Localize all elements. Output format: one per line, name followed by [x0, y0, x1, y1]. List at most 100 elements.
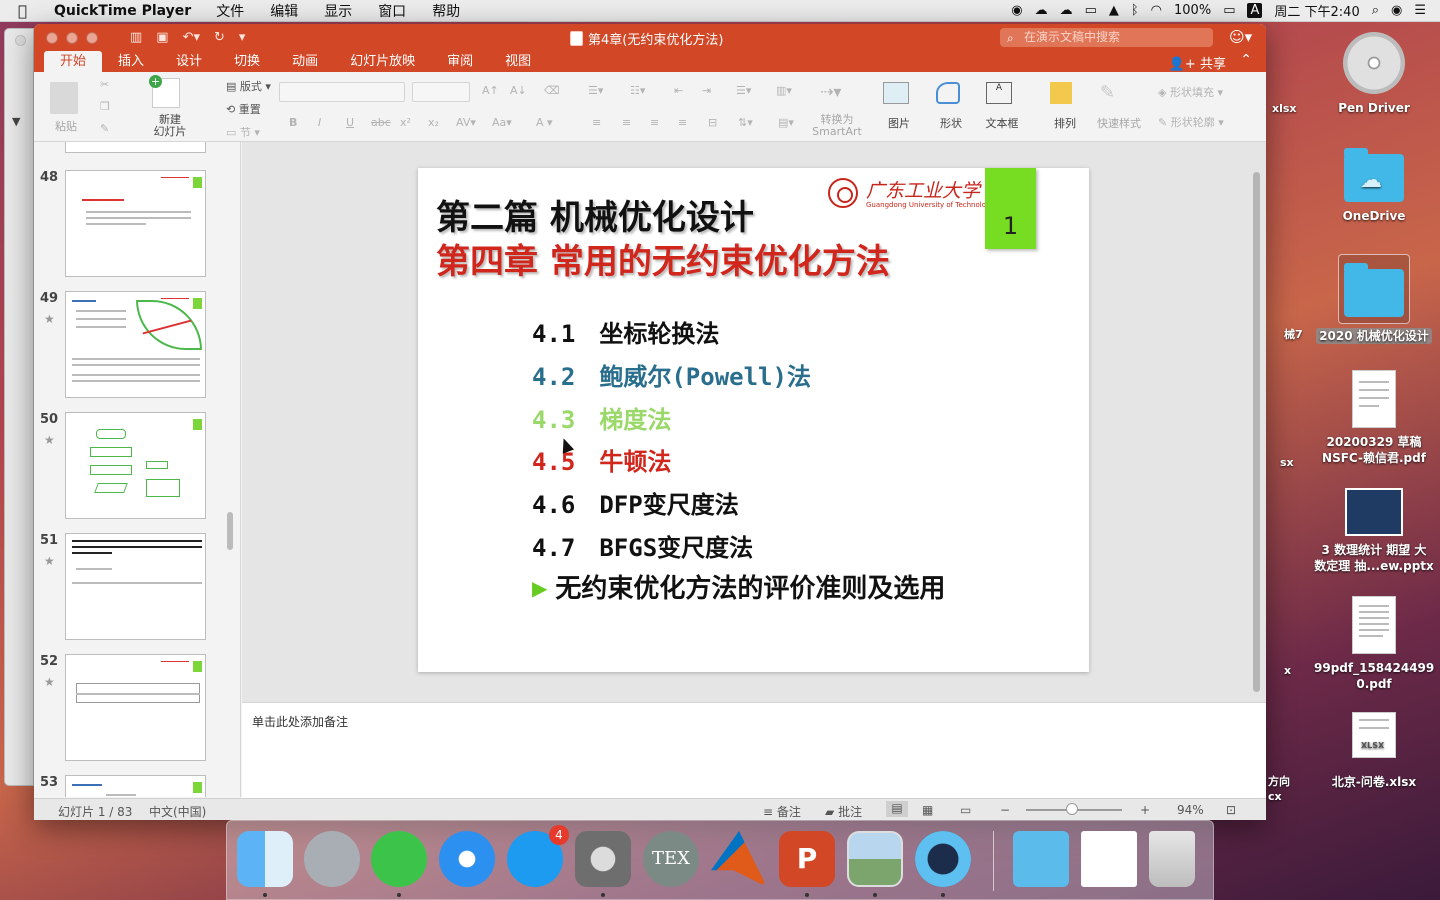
change-case-icon[interactable]: Aa▾ [492, 116, 512, 129]
desktop-icon-beijing-xlsx[interactable]: XLSX 北京-问卷.xlsx [1314, 712, 1434, 790]
textbox-button[interactable]: 文本框 [982, 115, 1022, 131]
share-button[interactable]: 👤+ 共享 [1169, 53, 1226, 72]
character-spacing-icon[interactable]: AV▾ [456, 116, 476, 129]
shape-outline-button[interactable]: ✎ 形状轮廓 ▾ [1158, 114, 1224, 130]
justify-icon[interactable]: ≡ [678, 116, 687, 129]
convert-smartart-button[interactable]: 转换为 SmartArt [810, 114, 864, 138]
close-window-icon[interactable] [46, 31, 58, 44]
paste-icon[interactable] [50, 82, 78, 114]
search-input[interactable]: ⌕ 在演示文稿中搜索 [1000, 28, 1213, 47]
smartart-icon[interactable]: ⇢▾ [820, 82, 841, 101]
bold-icon[interactable]: B [289, 116, 297, 129]
zoom-in-icon[interactable]: + [1140, 803, 1150, 817]
screen-icon[interactable]: ▭ [1085, 3, 1097, 18]
layout-button[interactable]: ▤ 版式 ▾ [226, 78, 271, 94]
increase-indent-icon[interactable]: ⇥ [702, 84, 711, 97]
font-family-dropdown[interactable] [279, 82, 405, 102]
battery-icon[interactable]: ▭ [1223, 3, 1235, 18]
format-painter-icon[interactable]: ✎ [100, 122, 109, 135]
align-right-icon[interactable]: ≡ [650, 116, 659, 129]
align-left-icon[interactable]: ≡ [592, 116, 601, 129]
slide-thumbnail-52[interactable] [65, 654, 206, 761]
background-window[interactable]: ▼ [4, 28, 34, 786]
comments-button[interactable]: ▰ 批注 [825, 803, 862, 820]
wechat-icon[interactable] [371, 831, 427, 887]
slide-heading-part[interactable]: 第二篇 机械优化设计 [436, 190, 754, 239]
menu-file[interactable]: 文件 [203, 1, 257, 21]
normal-view-icon[interactable]: ▤ [886, 801, 908, 817]
minimize-window-icon[interactable] [66, 31, 78, 44]
font-size-dropdown[interactable] [412, 82, 470, 102]
subscript-icon[interactable]: x₂ [428, 116, 439, 129]
tab-insert[interactable]: 插入 [102, 51, 160, 72]
menu-app-name[interactable]: QuickTime Player [40, 3, 203, 19]
reset-button[interactable]: ⟲ 重置 [226, 101, 261, 117]
quick-styles-icon[interactable]: ✎ [1100, 82, 1124, 104]
slide-thumbnail-51[interactable] [65, 533, 206, 640]
clock[interactable]: 周二 下午2:40 [1274, 1, 1359, 20]
background-window-close-icon[interactable] [15, 35, 26, 46]
menu-edit[interactable]: 编辑 [257, 1, 311, 21]
desktop-icon-99pdf[interactable]: 99pdf_158424499 0.pdf [1314, 596, 1434, 692]
section-button[interactable]: ▭ 节 ▾ [226, 124, 260, 140]
strikethrough-icon[interactable]: abc [371, 116, 391, 129]
menu-view[interactable]: 显示 [311, 1, 365, 21]
numbering-icon[interactable]: ☷▾ [630, 84, 645, 97]
list-item[interactable]: 4.3 梯度法 [532, 400, 671, 435]
slide-thumbnail-53[interactable] [65, 775, 206, 797]
clear-formatting-icon[interactable]: ⌫ [544, 84, 560, 97]
columns-icon[interactable]: ▥▾ [776, 84, 792, 97]
underline-icon[interactable]: U [346, 116, 354, 129]
slide-vertical-scrollbar[interactable] [1253, 172, 1260, 692]
list-item[interactable]: 4.7 BFGS变尺度法 [532, 528, 753, 563]
new-slide-button[interactable]: 新建 幻灯片 [150, 114, 190, 138]
sidebar-toggle-icon[interactable]: ▥ [130, 30, 142, 45]
spotlight-icon[interactable]: ⌕ [1372, 3, 1379, 18]
finder-icon[interactable] [237, 831, 293, 887]
language-indicator[interactable]: 中文(中国) [149, 803, 206, 820]
cloud-sync-icon[interactable]: ☁ [1060, 3, 1073, 18]
quick-styles-button[interactable]: 快速样式 [1096, 115, 1142, 131]
menu-window[interactable]: 窗口 [365, 1, 419, 21]
wifi-icon[interactable]: ◠ [1151, 3, 1162, 18]
textbox-icon[interactable]: A [986, 82, 1012, 104]
list-item[interactable]: 4.6 DFP变尺度法 [532, 485, 739, 520]
background-window-chevron-icon[interactable]: ▼ [12, 115, 20, 128]
arrange-button[interactable]: 排列 [1050, 115, 1080, 131]
tab-review[interactable]: 审阅 [431, 51, 489, 72]
siri-icon[interactable]: ◉ [1391, 3, 1402, 18]
notification-center-icon[interactable]: ☰ [1414, 3, 1426, 18]
notes-placeholder[interactable]: 单击此处添加备注 [252, 713, 348, 730]
tex-icon[interactable]: TEX [643, 831, 699, 887]
shapes-button[interactable]: 形状 [936, 115, 966, 131]
picture-button[interactable]: 图片 [884, 115, 914, 131]
downloads-folder-icon[interactable] [1013, 831, 1069, 887]
airplay-icon[interactable]: ▲ [1109, 3, 1119, 18]
new-slide-icon[interactable]: + [149, 75, 180, 108]
line-spacing-icon[interactable]: ☰▾ [736, 84, 751, 97]
tab-view[interactable]: 视图 [489, 51, 547, 72]
thumbnail-partial-top[interactable] [65, 142, 206, 153]
slide-thumbnail-50[interactable] [65, 412, 206, 519]
apple-menu-icon[interactable]:  [18, 2, 40, 20]
picture-icon[interactable] [883, 82, 909, 104]
tab-design[interactable]: 设计 [160, 51, 218, 72]
safari-icon[interactable] [439, 831, 495, 887]
slideshow-view-icon[interactable]: ▭ [960, 803, 971, 817]
list-item[interactable]: 4.5 牛顿法 [532, 442, 671, 477]
align-center-icon[interactable]: ≡ [622, 116, 631, 129]
fit-to-window-icon[interactable]: ⊡ [1226, 803, 1236, 817]
desktop-icon-stats-pptx[interactable]: 3 数理统计 期望 大 数定理 抽...ew.pptx [1314, 488, 1434, 574]
creative-cloud-icon[interactable]: ☁ [1035, 3, 1048, 18]
superscript-icon[interactable]: x² [400, 116, 411, 129]
redo-icon[interactable]: ↻ [214, 30, 225, 45]
tab-home[interactable]: 开始 [44, 51, 103, 72]
zoom-out-icon[interactable]: − [1000, 803, 1010, 817]
cut-icon[interactable]: ✂ [100, 78, 109, 91]
slide-thumbnail-49[interactable] [65, 291, 206, 398]
app-store-icon[interactable]: 4 [507, 825, 569, 887]
current-slide[interactable]: 第二篇 机械优化设计 第四章 常用的无约束优化方法 广东工业大学 Guangdo… [418, 168, 1089, 672]
slide-sorter-view-icon[interactable]: ▦ [922, 803, 933, 817]
decrease-font-icon[interactable]: A↓ [510, 84, 527, 97]
matlab-icon[interactable] [711, 831, 767, 887]
